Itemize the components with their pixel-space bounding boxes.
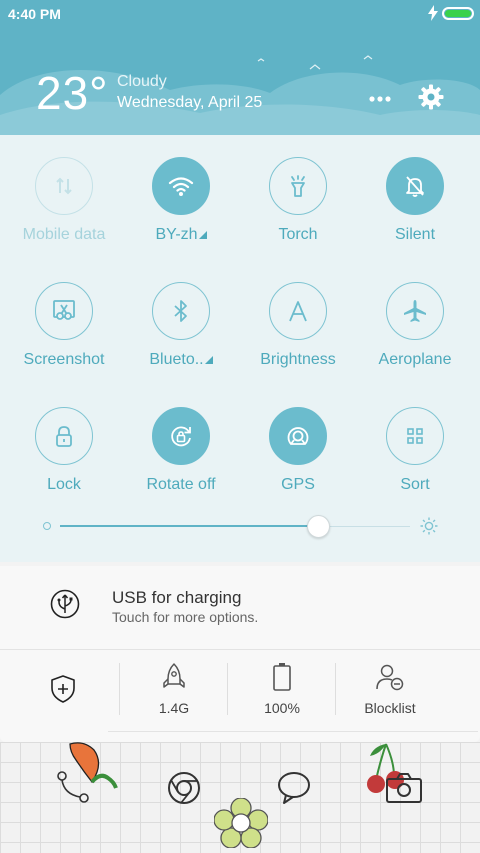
brightness-auto-icon xyxy=(289,301,307,322)
lock-icon xyxy=(56,426,72,447)
quick-settings-panel: Mobile data BY-zh Torch Silent Screensho… xyxy=(0,135,480,562)
toggle-circle[interactable] xyxy=(35,407,93,465)
grid-icon xyxy=(407,428,423,444)
toggle-label: Sort xyxy=(400,476,430,493)
status-time: 4:40 PM xyxy=(8,6,61,22)
usb-notification[interactable]: USB for charging Touch for more options.… xyxy=(0,566,480,742)
toggle-circle[interactable] xyxy=(386,157,444,215)
mobile-data-icon xyxy=(56,177,72,195)
toggle-label: BY-zh xyxy=(121,226,241,244)
action-cleaner[interactable]: 1.4G xyxy=(120,662,228,716)
gear-icon[interactable] xyxy=(418,84,444,110)
slider-thumb[interactable] xyxy=(307,515,330,538)
gps-icon xyxy=(287,427,309,445)
action-label: Blocklist xyxy=(364,700,416,716)
toggle-rotate[interactable]: Rotate off xyxy=(131,385,231,495)
toggle-circle[interactable] xyxy=(152,282,210,340)
toggle-bluetooth[interactable]: Blueto.. xyxy=(131,260,231,370)
toggle-label: Screenshot xyxy=(23,351,105,368)
toggle-wifi[interactable]: BY-zh xyxy=(131,135,231,245)
flower-icon xyxy=(214,798,268,848)
slider-fill xyxy=(60,525,319,527)
torch-icon xyxy=(291,175,305,197)
wifi-icon xyxy=(168,177,194,196)
scissors-icon xyxy=(53,300,75,320)
airplane-icon xyxy=(404,300,426,322)
weather-date: Wednesday, April 25 xyxy=(117,94,263,111)
status-bar: 4:40 PM xyxy=(0,0,480,28)
toggle-label: Rotate off xyxy=(146,476,216,493)
toggle-mobile-data[interactable]: Mobile data xyxy=(14,135,114,245)
toggle-label: Torch xyxy=(278,226,318,243)
action-blocklist[interactable]: Blocklist xyxy=(336,662,444,716)
toggle-label: Lock xyxy=(47,476,81,493)
blocklist-icon xyxy=(376,664,404,691)
toggle-label: Blueto.. xyxy=(121,351,241,369)
battery-icon xyxy=(273,663,291,691)
toggle-brightness[interactable]: Brightness xyxy=(248,260,348,370)
toggle-label: Brightness xyxy=(260,351,336,368)
toggle-circle[interactable] xyxy=(152,407,210,465)
toggle-sort[interactable]: Sort xyxy=(365,385,465,495)
brightness-low-icon xyxy=(43,522,51,530)
shield-icon[interactable] xyxy=(50,674,76,704)
expand-indicator xyxy=(204,356,213,364)
toggle-circle[interactable] xyxy=(386,282,444,340)
brightness-slider[interactable] xyxy=(40,515,440,545)
toggle-circle[interactable] xyxy=(35,282,93,340)
expand-indicator xyxy=(198,231,207,239)
toggle-silent[interactable]: Silent xyxy=(365,135,465,245)
toggle-circle[interactable] xyxy=(152,157,210,215)
rocket-icon xyxy=(163,663,185,688)
divider xyxy=(108,731,478,732)
bluetooth-icon xyxy=(174,300,187,322)
phone-app-icon[interactable] xyxy=(56,770,96,806)
more-icon[interactable] xyxy=(368,92,392,106)
toggle-aeroplane[interactable]: Aeroplane xyxy=(365,260,465,370)
browser-app-icon[interactable] xyxy=(166,770,202,806)
toggle-circle[interactable] xyxy=(386,407,444,465)
brightness-high-icon xyxy=(420,517,438,535)
toggle-label: GPS xyxy=(281,476,315,493)
message-app-icon[interactable] xyxy=(276,770,312,806)
toggle-circle[interactable] xyxy=(269,157,327,215)
home-screen xyxy=(0,742,480,853)
toggle-label: Mobile data xyxy=(22,226,106,243)
notification-subtitle: Touch for more options. xyxy=(112,609,259,625)
temperature: 23° xyxy=(36,67,109,119)
weather-condition: Cloudy xyxy=(117,73,167,90)
battery-icon xyxy=(442,7,474,20)
action-label: 1.4G xyxy=(158,700,190,716)
rotate-lock-icon xyxy=(171,426,191,447)
action-label: 100% xyxy=(264,700,300,716)
camera-app-icon[interactable] xyxy=(384,772,424,804)
toggle-screenshot[interactable]: Screenshot xyxy=(14,260,114,370)
charging-icon xyxy=(428,5,438,21)
notification-title: USB for charging xyxy=(112,588,242,607)
bell-off-icon xyxy=(406,176,424,197)
toggle-circle[interactable] xyxy=(269,282,327,340)
action-battery[interactable]: 100% xyxy=(228,662,336,716)
toggle-circle[interactable] xyxy=(269,407,327,465)
toggle-lock[interactable]: Lock xyxy=(14,385,114,495)
toggle-label: Silent xyxy=(394,226,436,243)
toggle-label: Aeroplane xyxy=(378,351,452,368)
toggle-torch[interactable]: Torch xyxy=(248,135,348,245)
toggle-circle[interactable] xyxy=(35,157,93,215)
divider xyxy=(0,649,480,650)
weather-header: 4:40 PM 23° Cloudy Wednesday, April 25 xyxy=(0,0,480,135)
usb-icon xyxy=(50,589,80,619)
toggle-gps[interactable]: GPS xyxy=(248,385,348,495)
